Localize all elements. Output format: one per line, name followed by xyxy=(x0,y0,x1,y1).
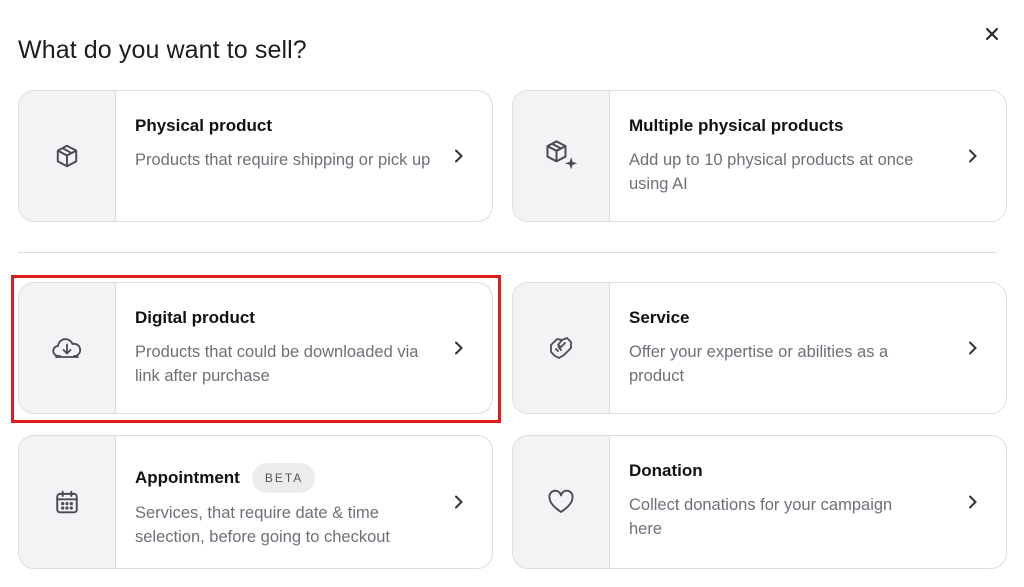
card-multiple-physical-products[interactable]: Multiple physical products Add up to 10 … xyxy=(512,90,1007,222)
card-description: Offer your expertise or abilities as a p… xyxy=(629,343,889,385)
box-sparkle-icon xyxy=(546,140,578,170)
chevron-right-icon xyxy=(966,149,980,163)
card-service[interactable]: Service Offer your expertise or abilitie… xyxy=(512,282,1007,414)
card-physical-product[interactable]: Physical product Products that require s… xyxy=(18,90,493,222)
card-title: Digital product xyxy=(135,308,255,327)
card-description: Services, that require date & time selec… xyxy=(135,504,391,546)
page-title: What do you want to sell? xyxy=(18,36,307,64)
handshake-icon xyxy=(550,337,572,359)
card-icon-area xyxy=(513,436,610,568)
card-icon-area xyxy=(19,436,116,568)
close-icon xyxy=(986,28,998,40)
close-button[interactable] xyxy=(980,22,1004,46)
card-description: Products that require shipping or pick u… xyxy=(135,151,431,169)
card-donation[interactable]: Donation Collect donations for your camp… xyxy=(512,435,1007,569)
card-title: Multiple physical products xyxy=(629,116,844,135)
box-icon xyxy=(56,144,78,168)
card-icon-area xyxy=(19,283,116,413)
card-appointment[interactable]: Appointment BETA Services, that require … xyxy=(18,435,493,569)
card-description: Add up to 10 physical products at once u… xyxy=(629,151,914,193)
card-description: Products that could be downloaded via li… xyxy=(135,343,419,385)
card-title: Service xyxy=(629,308,690,327)
card-description: Collect donations for your campaign here xyxy=(629,496,893,538)
card-icon-area xyxy=(19,91,116,221)
chevron-right-icon xyxy=(966,495,980,509)
calendar-icon xyxy=(56,490,78,514)
card-icon-area xyxy=(513,283,610,413)
cloud-download-icon xyxy=(52,338,82,358)
section-divider xyxy=(18,252,997,253)
card-icon-area xyxy=(513,91,610,221)
card-digital-product[interactable]: Digital product Products that could be d… xyxy=(18,282,493,414)
card-title: Donation xyxy=(629,461,703,480)
card-title: Appointment xyxy=(135,468,240,487)
chevron-right-icon xyxy=(966,341,980,355)
heart-icon xyxy=(548,489,574,513)
card-title: Physical product xyxy=(135,116,272,135)
chevron-right-icon xyxy=(452,495,466,509)
chevron-right-icon xyxy=(452,149,466,163)
chevron-right-icon xyxy=(452,341,466,355)
beta-badge: BETA xyxy=(251,463,316,493)
